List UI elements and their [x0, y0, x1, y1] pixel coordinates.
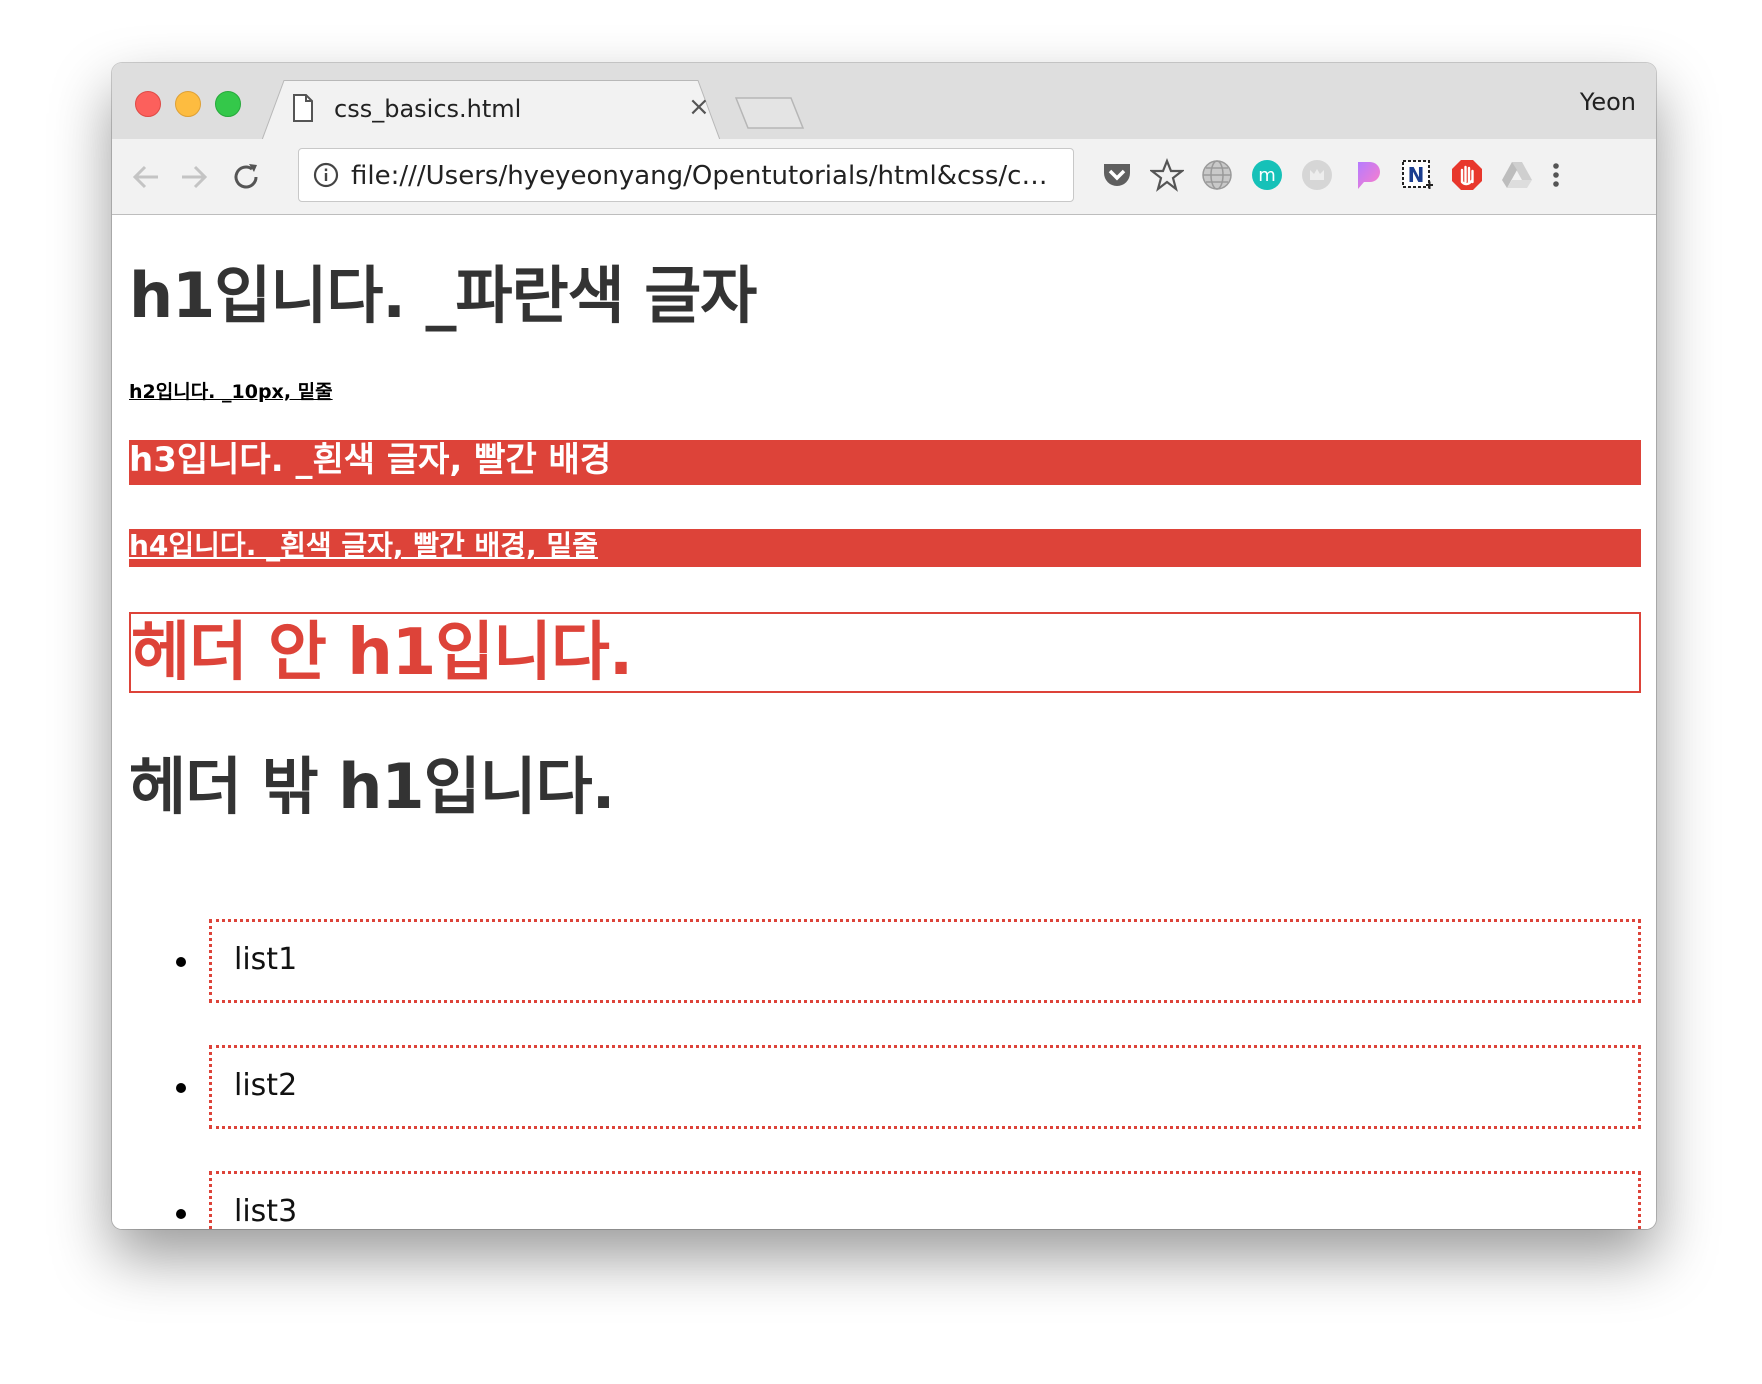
bullet-icon: [176, 1083, 186, 1093]
list-item-label: list2: [234, 1068, 298, 1103]
drive-icon[interactable]: [1500, 158, 1534, 192]
url-text: file:///Users/hyeyeonyang/Opentutorials/…: [351, 161, 1059, 191]
minimize-window-button[interactable]: [175, 91, 201, 117]
header-h1: 헤더 안 h1입니다.: [131, 616, 633, 690]
info-icon[interactable]: [313, 162, 339, 188]
bookmark-star-icon[interactable]: [1150, 158, 1184, 192]
n-extension-icon[interactable]: N: [1400, 158, 1434, 192]
h3-red-background: h3입니다. _흰색 글자, 빨간 배경: [129, 440, 1641, 485]
back-arrow-icon[interactable]: [130, 161, 162, 193]
forward-arrow-icon[interactable]: [178, 161, 210, 193]
list-item-box: list2: [209, 1045, 1641, 1129]
maximize-window-button[interactable]: [215, 91, 241, 117]
close-window-button[interactable]: [135, 91, 161, 117]
file-icon: [293, 94, 313, 122]
address-bar[interactable]: file:///Users/hyeyeonyang/Opentutorials/…: [298, 148, 1074, 202]
m-extension-icon[interactable]: m: [1250, 158, 1284, 192]
toolbar: file:///Users/hyeyeonyang/Opentutorials/…: [112, 139, 1656, 215]
header-box: 헤더 안 h1입니다.: [129, 612, 1641, 693]
h4-red-background-underlined: h4입니다. _흰색 글자, 빨간 배경, 밑줄: [129, 529, 1641, 567]
h2-underlined: h2입니다. _10px, 밑줄: [129, 381, 333, 403]
list-item-label: list1: [234, 942, 298, 977]
bullet-icon: [176, 1209, 186, 1219]
tab-title: css_basics.html: [334, 95, 522, 123]
pink-extension-icon[interactable]: [1350, 158, 1384, 192]
bullet-icon: [176, 957, 186, 967]
reload-icon[interactable]: [230, 161, 262, 193]
page-content: h1입니다. _파란색 글자 h2입니다. _10px, 밑줄 h3입니다. _…: [112, 215, 1656, 1229]
tab-close-icon[interactable]: ×: [688, 93, 710, 121]
list-item-box: list3: [209, 1171, 1641, 1229]
list-item-box: list1: [209, 919, 1641, 1003]
list-item-label: list3: [234, 1194, 298, 1229]
outside-header-h1: 헤더 밖 h1입니다.: [129, 750, 615, 823]
m-extension-letter: m: [1258, 165, 1276, 186]
browser-window: css_basics.html × Yeon file:///Users/hye…: [112, 63, 1656, 1229]
menu-icon[interactable]: [1544, 158, 1568, 192]
profile-name[interactable]: Yeon: [1580, 88, 1636, 116]
title-bar: css_basics.html × Yeon: [112, 63, 1656, 140]
pocket-icon[interactable]: [1100, 158, 1134, 192]
adblock-icon[interactable]: [1450, 158, 1484, 192]
new-tab-button[interactable]: [735, 96, 805, 130]
h1-blue-text: h1입니다. _파란색 글자: [129, 259, 757, 332]
n-extension-letter: N: [1408, 163, 1425, 187]
globe-icon[interactable]: [1200, 158, 1234, 192]
gray-extension-icon[interactable]: [1300, 158, 1334, 192]
